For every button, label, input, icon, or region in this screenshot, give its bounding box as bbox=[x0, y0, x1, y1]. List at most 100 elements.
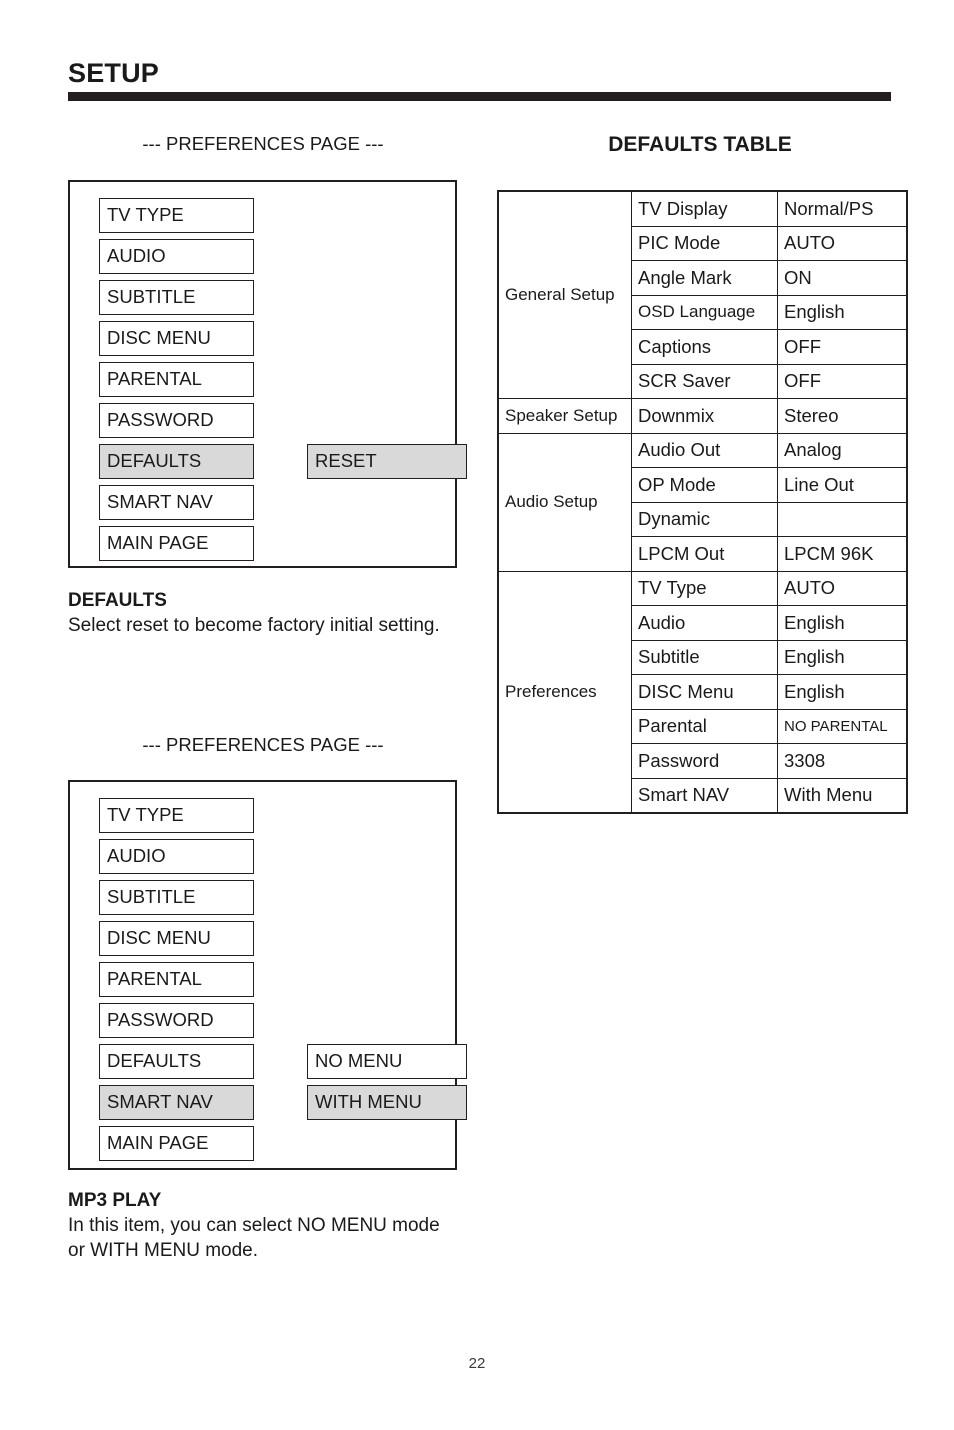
osd-menu-item-main-page[interactable]: MAIN PAGE bbox=[99, 526, 254, 561]
table-cell-value: AUTO bbox=[777, 570, 908, 606]
osd-menu-item-password[interactable]: PASSWORD bbox=[99, 403, 254, 438]
osd-row: SUBTITLE bbox=[99, 280, 439, 315]
table-cell-item: PIC Mode bbox=[631, 225, 778, 261]
description-mp3-play-body: In this item, you can select NO MENU mod… bbox=[68, 1215, 440, 1261]
table-cell-value: Analog bbox=[777, 432, 908, 468]
table-cell-value: AUTO bbox=[777, 225, 908, 261]
table-cell-value: 3308 bbox=[777, 743, 908, 779]
table-cell-item: DISC Menu bbox=[631, 674, 778, 710]
osd-row: TV TYPE bbox=[99, 798, 439, 833]
osd-menu-item-audio[interactable]: AUDIO bbox=[99, 839, 254, 874]
table-cell-group: Speaker Setup bbox=[497, 398, 632, 434]
osd-row: MAIN PAGE bbox=[99, 526, 439, 561]
osd-menu-item-subtitle[interactable]: SUBTITLE bbox=[99, 280, 254, 315]
osd-row: AUDIO bbox=[99, 839, 439, 874]
right-column: DEFAULTS TABLE General Setup TV Display No… bbox=[480, 0, 954, 1430]
osd-option-with-menu[interactable]: WITH MENU bbox=[307, 1085, 467, 1120]
table-cell-value: OFF bbox=[777, 329, 908, 365]
table-cell-value: English bbox=[777, 639, 908, 675]
table-cell-value: OFF bbox=[777, 363, 908, 399]
table-row: Audio Setup Audio Out Analog bbox=[497, 432, 908, 572]
osd-row: PASSWORD bbox=[99, 1003, 439, 1038]
left-column: --- PREFERENCES PAGE --- TV TYPE AUDIO SUB… bbox=[0, 0, 480, 1430]
table-cell-item: Subtitle bbox=[631, 639, 778, 675]
table-cell-group: Audio Setup bbox=[497, 432, 632, 572]
table-cell-item: LPCM Out bbox=[631, 536, 778, 572]
description-defaults-title: DEFAULTS bbox=[68, 590, 167, 611]
osd-option-reset[interactable]: RESET bbox=[307, 444, 467, 479]
osd-row: MAIN PAGE bbox=[99, 1126, 439, 1161]
table-cell-item: TV Display bbox=[631, 190, 778, 227]
osd-menu-item-defaults[interactable]: DEFAULTS bbox=[99, 1044, 254, 1079]
osd-menu-item-disc-menu[interactable]: DISC MENU bbox=[99, 921, 254, 956]
osd-row: TV TYPE bbox=[99, 198, 439, 233]
table-cell-group: General Setup bbox=[497, 190, 632, 399]
osd-row: AUDIO bbox=[99, 239, 439, 274]
osd-row: DEFAULTS NO MENU bbox=[99, 1044, 467, 1079]
osd-menu-item-audio[interactable]: AUDIO bbox=[99, 239, 254, 274]
osd-row: SUBTITLE bbox=[99, 880, 439, 915]
table-cell-group: Preferences bbox=[497, 570, 632, 814]
osd-option-no-menu[interactable]: NO MENU bbox=[307, 1044, 467, 1079]
table-cell-item: Downmix bbox=[631, 398, 778, 434]
table-cell-value: Line Out bbox=[777, 467, 908, 503]
table-cell-value: ON bbox=[777, 260, 908, 296]
table-cell-value: Stereo bbox=[777, 398, 908, 434]
osd-panel-preferences-defaults: TV TYPE AUDIO SUBTITLE DISC MENU PARENTAL PAS… bbox=[68, 180, 467, 568]
table-cell-item: Dynamic bbox=[631, 501, 778, 537]
table-cell-item: SCR Saver bbox=[631, 363, 778, 399]
osd-row: SMART NAV bbox=[99, 485, 439, 520]
description-defaults: DEFAULTS Select reset to become factory … bbox=[68, 590, 468, 638]
table-cell-value: English bbox=[777, 674, 908, 710]
table-cell-item: Angle Mark bbox=[631, 260, 778, 296]
osd-row: PARENTAL bbox=[99, 962, 439, 997]
description-mp3-play-title: MP3 PLAY bbox=[68, 1190, 162, 1211]
osd-menu-item-main-page[interactable]: MAIN PAGE bbox=[99, 1126, 254, 1161]
osd-row: DEFAULTS RESET bbox=[99, 444, 467, 479]
table-cell-item: OSD Language bbox=[631, 294, 778, 330]
osd-panel-preferences-smart-nav: TV TYPE AUDIO SUBTITLE DISC MENU PARENTAL PAS… bbox=[68, 780, 467, 1170]
osd-menu-item-tv-type[interactable]: TV TYPE bbox=[99, 798, 254, 833]
osd-menu-item-parental[interactable]: PARENTAL bbox=[99, 962, 254, 997]
osd-menu-item-defaults[interactable]: DEFAULTS bbox=[99, 444, 254, 479]
osd-row: PARENTAL bbox=[99, 362, 439, 397]
table-cell-item: TV Type bbox=[631, 570, 778, 606]
description-defaults-body: Select reset to become factory initial s… bbox=[68, 615, 440, 636]
osd-row: SMART NAV WITH MENU bbox=[99, 1085, 467, 1120]
osd-menu-item-password[interactable]: PASSWORD bbox=[99, 1003, 254, 1038]
osd-menu-item-disc-menu[interactable]: DISC MENU bbox=[99, 321, 254, 356]
table-cell-value: English bbox=[777, 294, 908, 330]
table-cell-value: English bbox=[777, 605, 908, 641]
page-number: 22 bbox=[468, 1355, 486, 1372]
osd-caption-one: --- PREFERENCES PAGE --- bbox=[142, 133, 384, 154]
osd-menu-item-subtitle[interactable]: SUBTITLE bbox=[99, 880, 254, 915]
osd-row-list: TV TYPE AUDIO SUBTITLE DISC MENU PARENTAL PAS… bbox=[99, 798, 467, 1167]
table-row: Preferences TV Type AUTO bbox=[497, 570, 908, 814]
table-cell-item: Password bbox=[631, 743, 778, 779]
table-cell-item: Parental bbox=[631, 708, 778, 744]
osd-caption-two: --- PREFERENCES PAGE --- bbox=[142, 734, 384, 755]
table-cell-item: Captions bbox=[631, 329, 778, 365]
osd-menu-item-parental[interactable]: PARENTAL bbox=[99, 362, 254, 397]
osd-menu-item-smart-nav[interactable]: SMART NAV bbox=[99, 1085, 254, 1120]
osd-menu-item-smart-nav[interactable]: SMART NAV bbox=[99, 485, 254, 520]
table-cell-value: Normal/PS bbox=[777, 190, 908, 227]
table-cell-item: Audio Out bbox=[631, 432, 778, 468]
table-row: General Setup TV Display Normal/PS bbox=[497, 190, 908, 399]
osd-row: DISC MENU bbox=[99, 921, 439, 956]
osd-row: PASSWORD bbox=[99, 403, 439, 438]
osd-row-list: TV TYPE AUDIO SUBTITLE DISC MENU PARENTAL PAS… bbox=[99, 198, 467, 567]
table-cell-value: NO PARENTAL bbox=[777, 708, 908, 744]
defaults-table: General Setup TV Display Normal/PS PIC Mode… bbox=[497, 190, 908, 814]
table-cell-value: LPCM 96K bbox=[777, 536, 908, 572]
table-cell-item: Audio bbox=[631, 605, 778, 641]
table-cell-item: OP Mode bbox=[631, 467, 778, 503]
table-cell-item: Smart NAV bbox=[631, 777, 778, 814]
defaults-table-title: DEFAULTS TABLE bbox=[608, 133, 792, 156]
description-mp3-play: MP3 PLAY In this item, you can select NO… bbox=[68, 1190, 468, 1263]
table-cell-value bbox=[777, 501, 908, 537]
table-cell-value: With Menu bbox=[777, 777, 908, 814]
osd-menu-item-tv-type[interactable]: TV TYPE bbox=[99, 198, 254, 233]
osd-row: DISC MENU bbox=[99, 321, 439, 356]
table-row: Speaker Setup Downmix Stereo bbox=[497, 398, 908, 434]
